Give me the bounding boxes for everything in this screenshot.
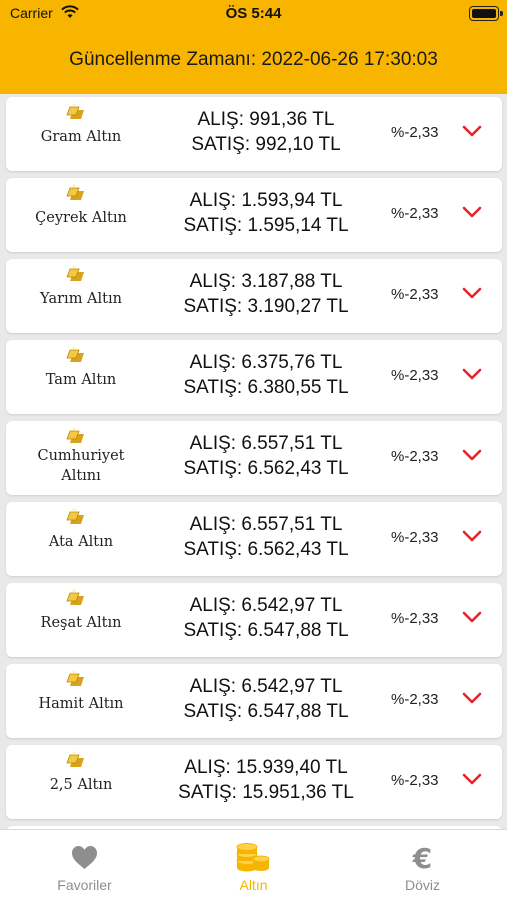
change-percent: %-2,33: [391, 772, 439, 789]
buy-price: ALIŞ: 6.542,97 TL: [189, 595, 343, 616]
update-time-title: Güncellenme Zamanı: 2022-06-26 17:30:03: [69, 49, 438, 70]
item-prices: ALIŞ: 6.375,76 TL SATIŞ: 6.380,55 TL: [156, 350, 376, 400]
gold-bar-icon: [66, 589, 84, 605]
chevron-down-icon: [462, 287, 482, 299]
buy-price: ALIŞ: 6.375,76 TL: [189, 352, 343, 373]
item-prices: ALIŞ: 6.557,51 TL SATIŞ: 6.562,43 TL: [156, 512, 376, 562]
chevron-down-icon: [462, 449, 482, 461]
status-bar: Carrier ÖS 5:44: [0, 0, 507, 28]
svg-text:€: €: [412, 842, 432, 872]
sell-price: SATIŞ: 6.380,55 TL: [183, 377, 349, 398]
item-prices: ALIŞ: 15.939,40 TL SATIŞ: 15.951,36 TL: [156, 755, 376, 805]
list-item[interactable]: Ata Altın ALIŞ: 6.557,51 TL SATIŞ: 6.562…: [6, 502, 502, 576]
item-prices: ALIŞ: 1.593,94 TL SATIŞ: 1.595,14 TL: [156, 188, 376, 238]
change-percent: %-2,33: [391, 610, 439, 627]
buy-price: ALIŞ: 6.542,97 TL: [189, 676, 343, 697]
tab-bar: Favoriler Altın € Döviz: [0, 829, 507, 900]
list-item[interactable]: Çeyrek Altın ALIŞ: 1.593,94 TL SATIŞ: 1.…: [6, 178, 502, 252]
gold-bar-icon: [66, 751, 84, 767]
item-name: Hamit Altın: [38, 696, 124, 712]
list-item[interactable]: Gram Altın ALIŞ: 991,36 TL SATIŞ: 992,10…: [6, 97, 502, 171]
sell-price: SATIŞ: 3.190,27 TL: [183, 296, 349, 317]
chevron-down-icon: [462, 206, 482, 218]
item-prices: ALIŞ: 991,36 TL SATIŞ: 992,10 TL: [156, 107, 376, 157]
euro-icon: €: [412, 842, 432, 872]
item-name: Cumhuriyet Altını: [37, 448, 125, 484]
tab-label: Favoriler: [57, 877, 112, 893]
buy-price: ALIŞ: 6.557,51 TL: [189, 514, 343, 535]
coins-icon: [236, 843, 270, 872]
item-name: Ata Altın: [48, 534, 114, 550]
sell-price: SATIŞ: 6.547,88 TL: [183, 701, 349, 722]
chevron-down-icon: [462, 692, 482, 704]
item-prices: ALIŞ: 6.557,51 TL SATIŞ: 6.562,43 TL: [156, 431, 376, 481]
heart-icon: [72, 846, 97, 869]
buy-price: ALIŞ: 991,36 TL: [197, 109, 335, 130]
sell-price: SATIŞ: 15.951,36 TL: [178, 782, 354, 803]
change-percent: %-2,33: [391, 286, 439, 303]
item-prices: ALIŞ: 3.187,88 TL SATIŞ: 3.190,27 TL: [156, 269, 376, 319]
buy-price: ALIŞ: 3.187,88 TL: [189, 271, 343, 292]
chevron-down-icon: [462, 530, 482, 542]
tab-favoriler[interactable]: Favoriler: [0, 830, 169, 900]
sell-price: SATIŞ: 1.595,14 TL: [183, 215, 349, 236]
item-name: 2,5 Altın: [49, 777, 113, 793]
list-item[interactable]: Tam Altın ALIŞ: 6.375,76 TL SATIŞ: 6.380…: [6, 340, 502, 414]
change-percent: %-2,33: [391, 124, 439, 141]
gold-bar-icon: [66, 508, 84, 524]
sell-price: SATIŞ: 6.562,43 TL: [183, 539, 349, 560]
change-percent: %-2,33: [391, 691, 439, 708]
battery-icon: [469, 6, 503, 21]
chevron-down-icon: [462, 368, 482, 380]
change-percent: %-2,33: [391, 448, 439, 465]
item-name: Reşat Altın: [40, 615, 122, 631]
item-prices: ALIŞ: 6.542,97 TL SATIŞ: 6.547,88 TL: [156, 674, 376, 724]
chevron-down-icon: [462, 125, 482, 137]
header-bar: Carrier ÖS 5:44 Güncellenme Zamanı: 2022…: [0, 0, 507, 94]
list-item[interactable]: Yarım Altın ALIŞ: 3.187,88 TL SATIŞ: 3.1…: [6, 259, 502, 333]
chevron-down-icon: [462, 773, 482, 785]
tab-label: Döviz: [404, 877, 440, 893]
list-item[interactable]: Hamit Altın ALIŞ: 6.542,97 TL SATIŞ: 6.5…: [6, 664, 502, 738]
change-percent: %-2,33: [391, 529, 439, 546]
gold-bar-icon: [66, 103, 84, 119]
gold-bar-icon: [66, 265, 84, 281]
buy-price: ALIŞ: 6.557,51 TL: [189, 433, 343, 454]
item-prices: ALIŞ: 6.542,97 TL SATIŞ: 6.547,88 TL: [156, 593, 376, 643]
item-name: Çeyrek Altın: [35, 210, 127, 226]
gold-bar-icon: [66, 670, 84, 686]
gold-bar-icon: [66, 184, 84, 200]
gold-price-list[interactable]: Gram Altın ALIŞ: 991,36 TL SATIŞ: 992,10…: [0, 94, 507, 829]
sell-price: SATIŞ: 6.562,43 TL: [183, 458, 349, 479]
item-name: Gram Altın: [40, 129, 122, 145]
chevron-down-icon: [462, 611, 482, 623]
list-item[interactable]: 2,5 Altın ALIŞ: 15.939,40 TL SATIŞ: 15.9…: [6, 745, 502, 819]
sell-price: SATIŞ: 992,10 TL: [191, 134, 341, 155]
change-percent: %-2,33: [391, 205, 439, 222]
gold-bar-icon: [66, 427, 84, 443]
tab-doviz[interactable]: € Döviz: [338, 830, 507, 900]
item-name: Yarım Altın: [40, 291, 122, 307]
item-name: Tam Altın: [45, 372, 117, 388]
buy-price: ALIŞ: 15.939,40 TL: [184, 757, 348, 778]
buy-price: ALIŞ: 1.593,94 TL: [189, 190, 343, 211]
sell-price: SATIŞ: 6.547,88 TL: [183, 620, 349, 641]
change-percent: %-2,33: [391, 367, 439, 384]
status-time: ÖS 5:44: [225, 5, 282, 22]
list-item[interactable]: Cumhuriyet Altını ALIŞ: 6.557,51 TL SATI…: [6, 421, 502, 495]
tab-altin[interactable]: Altın: [169, 830, 338, 900]
list-item[interactable]: Reşat Altın ALIŞ: 6.542,97 TL SATIŞ: 6.5…: [6, 583, 502, 657]
gold-bar-icon: [66, 346, 84, 362]
tab-label: Altın: [239, 877, 268, 893]
